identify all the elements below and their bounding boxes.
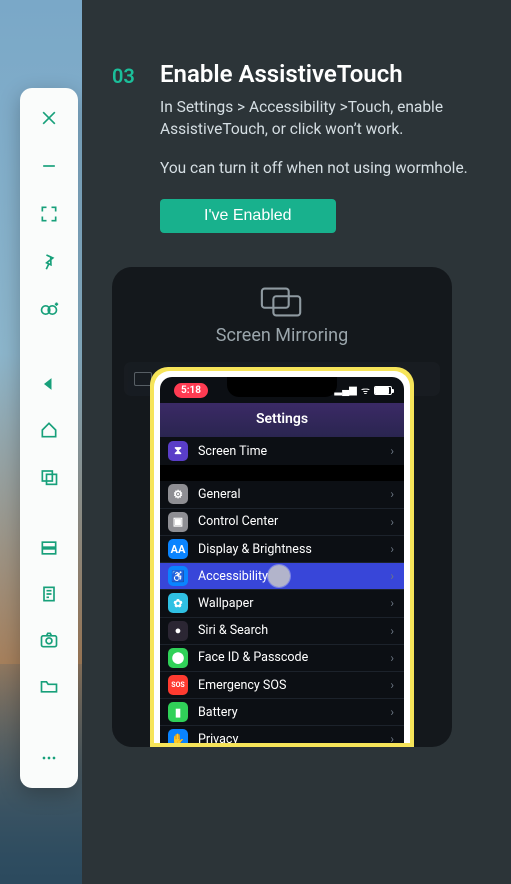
close-icon[interactable] xyxy=(37,106,61,130)
statusbar-time: 5:18 xyxy=(174,383,208,398)
wifi-icon: ᯤ xyxy=(361,383,370,397)
instruction-panel: 03 Enable AssistiveTouch In Settings > A… xyxy=(82,0,511,884)
settings-row: ▣ Control Center› xyxy=(160,508,404,535)
settings-row-label: Display & Brightness xyxy=(198,542,390,557)
settings-row-label: Screen Time xyxy=(198,444,390,459)
settings-row: ✿ Wallpaper› xyxy=(160,589,404,616)
settings-row: ✋ Privacy› xyxy=(160,725,404,743)
settings-row-icon: ▣ xyxy=(168,512,188,532)
chevron-right-icon: › xyxy=(390,624,394,638)
fullscreen-icon[interactable] xyxy=(37,202,61,226)
battery-icon xyxy=(374,386,392,395)
chevron-right-icon: › xyxy=(390,542,394,556)
chevron-right-icon: › xyxy=(390,515,394,529)
chevron-right-icon: › xyxy=(390,651,394,665)
more-icon[interactable] xyxy=(37,746,61,770)
settings-row-icon: SOS xyxy=(168,675,188,695)
phone-settings-header: Settings xyxy=(160,403,404,437)
phone-notch xyxy=(227,377,337,397)
settings-row-icon: ✋ xyxy=(168,729,188,743)
settings-row: ♿ Accessibility› xyxy=(160,562,404,589)
chevron-right-icon: › xyxy=(390,705,394,719)
settings-row-icon: ⧗ xyxy=(168,441,188,461)
folder-icon[interactable] xyxy=(37,674,61,698)
settings-row-label: Control Center xyxy=(198,514,390,529)
settings-row-label: Wallpaper xyxy=(198,596,390,611)
settings-row-label: Emergency SOS xyxy=(198,678,390,693)
step-description: In Settings > Accessibility >Touch, enab… xyxy=(160,96,481,141)
settings-row: SOS Emergency SOS› xyxy=(160,671,404,698)
settings-row-icon: ⚙ xyxy=(168,484,188,504)
illustration-card: Screen Mirroring 5:18 ▂▄▆ ᯤ Sett xyxy=(112,267,452,747)
side-toolbar xyxy=(20,88,78,788)
screen-mirroring-icon xyxy=(112,285,452,319)
settings-row-icon: ♿ xyxy=(168,566,188,586)
settings-row-icon: ▮ xyxy=(168,702,188,722)
settings-row-icon: ✿ xyxy=(168,593,188,613)
chevron-right-icon: › xyxy=(390,444,394,458)
screen-mirroring-label: Screen Mirroring xyxy=(112,325,452,346)
signal-icon: ▂▄▆ xyxy=(334,385,356,396)
back-icon[interactable] xyxy=(37,372,61,396)
home-icon[interactable] xyxy=(37,418,61,442)
settings-row-label: Privacy xyxy=(198,732,390,744)
tap-indicator xyxy=(268,565,290,587)
settings-row-label: General xyxy=(198,487,390,502)
chevron-right-icon: › xyxy=(390,569,394,583)
recents-icon[interactable] xyxy=(37,464,61,488)
settings-row-label: Accessibility xyxy=(198,569,390,584)
minimize-icon[interactable] xyxy=(37,154,61,178)
camera-icon[interactable] xyxy=(37,628,61,652)
settings-row-label: Face ID & Passcode xyxy=(198,650,390,665)
settings-row-icon: ● xyxy=(168,621,188,641)
ive-enabled-button[interactable]: I've Enabled xyxy=(160,199,336,233)
step-number: 03 xyxy=(112,64,142,88)
settings-row-icon: ⬤ xyxy=(168,648,188,668)
pin-icon[interactable] xyxy=(37,250,61,274)
settings-row-label: Battery xyxy=(198,705,390,720)
settings-row-label: Siri & Search xyxy=(198,623,390,638)
settings-row: ▮ Battery› xyxy=(160,698,404,725)
chevron-right-icon: › xyxy=(390,678,394,692)
settings-row: AA Display & Brightness› xyxy=(160,535,404,562)
settings-row: ⧗ Screen Time› xyxy=(160,437,404,464)
settings-row: ● Siri & Search› xyxy=(160,617,404,644)
clipboard-icon[interactable] xyxy=(37,582,61,606)
step-note: You can turn it off when not using wormh… xyxy=(160,157,481,179)
chevron-right-icon: › xyxy=(390,596,394,610)
server-icon[interactable] xyxy=(37,536,61,560)
settings-row: ⚙ General› xyxy=(160,481,404,508)
step-title: Enable AssistiveTouch xyxy=(160,60,481,88)
settings-row: ⬤ Face ID & Passcode› xyxy=(160,644,404,671)
chevron-right-icon: › xyxy=(390,487,394,501)
chevron-right-icon: › xyxy=(390,732,394,743)
phone-mock: 5:18 ▂▄▆ ᯤ Settings ⧗Screen Time› ⚙Gener… xyxy=(150,367,414,747)
settings-row-icon: AA xyxy=(168,539,188,559)
loop-add-icon[interactable] xyxy=(37,298,61,322)
